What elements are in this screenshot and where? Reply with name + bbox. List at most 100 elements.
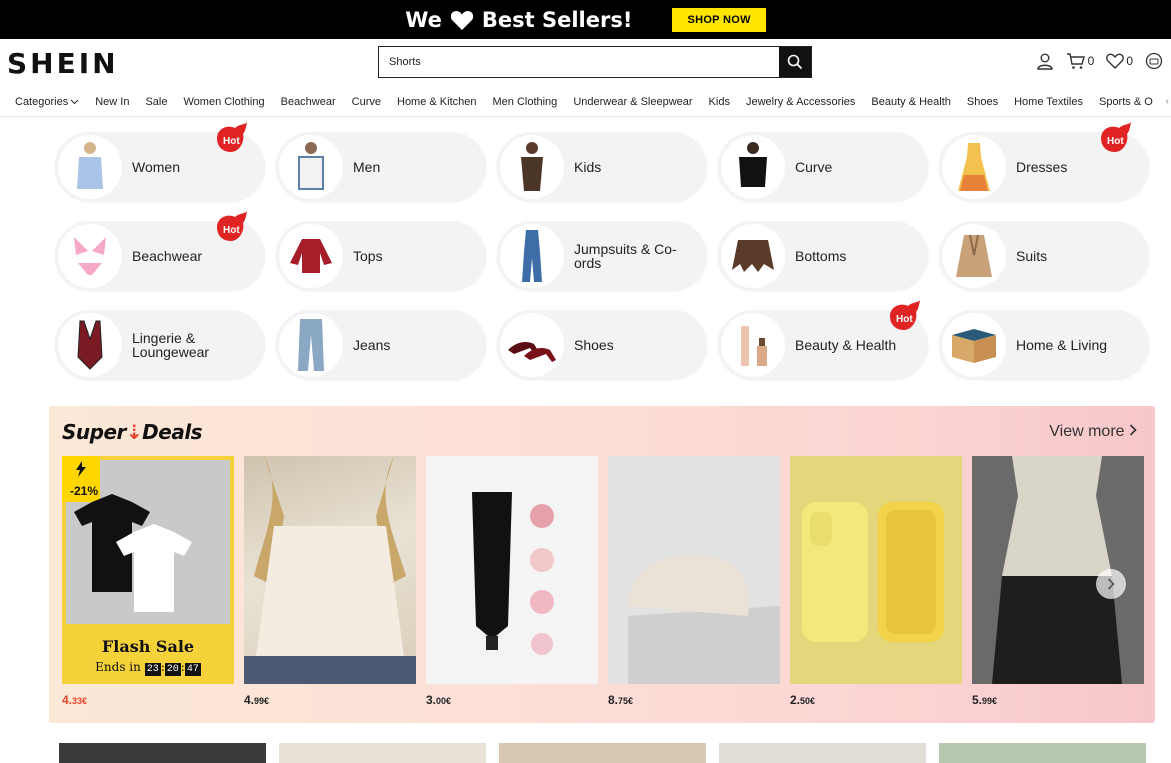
nav-beachwear[interactable]: Beachwear (281, 96, 336, 108)
account-button[interactable] (1036, 52, 1054, 70)
nav-underwear-sleepwear[interactable]: Underwear & Sleepwear (573, 96, 692, 108)
search-input[interactable] (379, 47, 779, 77)
shop-now-button[interactable]: SHOP NOW (672, 7, 766, 32)
nav-kids[interactable]: Kids (709, 96, 730, 108)
product-carousel: -21% Flash Sale Ends in 23:20:47 4.33€ 4… (62, 456, 1144, 707)
nav-curve[interactable]: Curve (352, 96, 381, 108)
nav-beauty-health[interactable]: Beauty & Health (871, 96, 951, 108)
product-card[interactable]: 3.00€ (426, 456, 598, 707)
category-image (279, 312, 343, 377)
category-bottoms[interactable]: Bottoms (718, 221, 928, 290)
category-nav: Categories New In Sale Women Clothing Be… (0, 87, 1171, 117)
recommendation-card[interactable] (59, 743, 266, 763)
logo[interactable]: SHEIN (7, 47, 119, 80)
view-more-link[interactable]: View more (1049, 423, 1137, 441)
category-shoes[interactable]: Shoes (497, 310, 707, 379)
nav-scroll-left-icon[interactable]: ‹ (1166, 96, 1169, 107)
price-dec: 33€ (72, 696, 88, 706)
product-image (608, 456, 780, 684)
category-image (721, 134, 785, 199)
category-label: Men (353, 158, 381, 175)
chevron-right-icon (1107, 578, 1115, 590)
category-beauty-health[interactable]: Beauty & Health Hot (718, 300, 928, 379)
hot-text: Hot (1107, 136, 1124, 147)
nav-sports[interactable]: Sports & O (1099, 96, 1153, 108)
price-dec: 99€ (982, 696, 998, 706)
carousel-next-button[interactable] (1096, 569, 1126, 599)
product-card[interactable]: 8.75€ (608, 456, 780, 707)
nav-women-clothing[interactable]: Women Clothing (183, 96, 264, 108)
category-label: Beachwear (132, 247, 203, 264)
nav-categories[interactable]: Categories (15, 96, 79, 108)
support-button[interactable] (1145, 52, 1163, 70)
recommendation-card[interactable] (719, 743, 926, 763)
cart-button[interactable]: 0 (1066, 52, 1094, 70)
search-button[interactable] (779, 47, 811, 77)
nav-home-textiles[interactable]: Home Textiles (1014, 96, 1083, 108)
product-card[interactable]: 4.99€ (244, 456, 416, 707)
category-image (942, 223, 1006, 288)
category-image (500, 312, 564, 377)
category-label: Jumpsuits & Co-ords (574, 240, 677, 271)
product-price: 8.75€ (608, 693, 780, 707)
product-price: 4.33€ (62, 693, 234, 707)
product-card[interactable]: 2.50€ (790, 456, 962, 707)
product-price: 3.00€ (426, 693, 598, 707)
search-bar (378, 46, 812, 78)
hot-text: Hot (896, 314, 913, 325)
hot-badge-icon: Hot (217, 211, 247, 241)
nav-new-in[interactable]: New In (95, 96, 129, 108)
recommendation-card[interactable] (499, 743, 706, 763)
category-jeans[interactable]: Jeans (276, 310, 486, 379)
category-curve[interactable]: Curve (718, 132, 928, 201)
category-image (279, 223, 343, 288)
promo-banner[interactable]: We Best Sellers! SHOP NOW (0, 0, 1171, 39)
category-dresses[interactable]: Dresses Hot (939, 122, 1149, 201)
recommendation-row (59, 743, 1146, 763)
category-kids[interactable]: Kids (497, 132, 707, 201)
chevron-right-icon (1129, 424, 1137, 436)
price-dec: 50€ (800, 696, 816, 706)
product-image: -21% Flash Sale Ends in 23:20:47 (62, 456, 234, 684)
category-jumpsuits[interactable]: Jumpsuits & Co-ords (497, 221, 707, 290)
recommendation-card[interactable] (939, 743, 1146, 763)
category-image (942, 312, 1006, 377)
countdown-seconds: 47 (184, 663, 201, 676)
nav-shoes[interactable]: Shoes (967, 96, 998, 108)
nav-sale[interactable]: Sale (145, 96, 167, 108)
promo-best-sellers: Best Sellers! (481, 7, 633, 32)
hot-badge-icon: Hot (1101, 122, 1131, 152)
category-image (500, 223, 564, 288)
category-home-living[interactable]: Home & Living (939, 310, 1149, 379)
category-men[interactable]: Men (276, 132, 486, 201)
category-image (942, 134, 1006, 199)
heart-outline-icon (1106, 53, 1125, 69)
price-int: 2. (790, 693, 801, 707)
category-beachwear[interactable]: Beachwear Hot (55, 211, 265, 290)
category-grid: Women Hot Men Kids Curve Dresses Hot Bea… (55, 122, 1155, 379)
flash-sale-title: Flash Sale (101, 637, 195, 656)
category-image (500, 134, 564, 199)
heart-icon (450, 10, 474, 30)
promo-we: We (405, 7, 442, 32)
header: SHEIN 0 0 (0, 39, 1171, 87)
countdown-minutes: 20 (164, 663, 181, 676)
product-card[interactable]: -21% Flash Sale Ends in 23:20:47 4.33€ (62, 456, 234, 707)
nav-jewelry-accessories[interactable]: Jewelry & Accessories (746, 96, 855, 108)
price-int: 8. (608, 693, 619, 707)
category-label: Jeans (353, 336, 391, 353)
recommendation-card[interactable] (279, 743, 486, 763)
super-deals-section: Super⇣Deals View more -21% Flash Sale En… (49, 406, 1155, 723)
super-deals-title: Super⇣Deals (62, 420, 203, 444)
nav-men-clothing[interactable]: Men Clothing (492, 96, 557, 108)
category-tops[interactable]: Tops (276, 221, 486, 290)
user-icon (1036, 53, 1053, 70)
nav-home-kitchen[interactable]: Home & Kitchen (397, 96, 476, 108)
wishlist-button[interactable]: 0 (1106, 53, 1133, 69)
category-women[interactable]: Women Hot (55, 122, 265, 201)
cart-icon (1066, 53, 1085, 69)
product-price: 5.99€ (972, 693, 1144, 707)
category-suits[interactable]: Suits (939, 221, 1149, 290)
product-image (790, 456, 962, 684)
category-lingerie[interactable]: Lingerie & Loungewear (55, 310, 265, 379)
